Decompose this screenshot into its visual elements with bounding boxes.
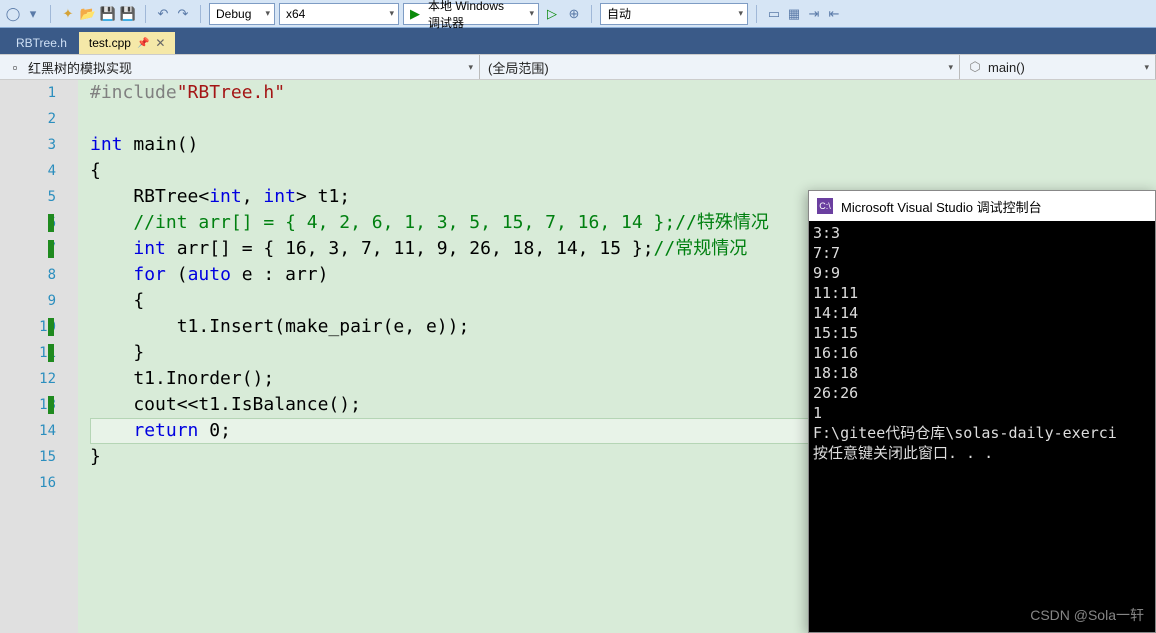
line-number: 3 [0,132,56,158]
play-icon: ▶ [410,6,420,22]
line-number: 7 [0,236,56,262]
play-outline-icon[interactable]: ▷ [543,5,561,23]
nav-bar: ▫ 红黑树的模拟实现 (全局范围) ⬡ main() [0,54,1156,80]
console-line: 3:3 [813,223,1151,243]
line-number: 9 [0,288,56,314]
console-line: 9:9 [813,263,1151,283]
window-icon[interactable]: ▭ [765,5,783,23]
redo-icon[interactable]: ↷ [174,5,192,23]
forward-icon[interactable]: ▾ [24,5,42,23]
tab-label: RBTree.h [16,36,67,50]
code-line: { [90,158,1156,184]
separator [591,5,592,23]
line-number: 13 [0,392,56,418]
separator [50,5,51,23]
line-number: 5 [0,184,56,210]
line-number: 6 [0,210,56,236]
tab-test[interactable]: test.cpp 📌 ✕ [79,32,176,54]
line-number: 2 [0,106,56,132]
console-line: 11:11 [813,283,1151,303]
nav-buttons: ◯ ▾ [4,5,42,23]
line-number: 11 [0,340,56,366]
vs-icon: C:\ [817,198,833,214]
code-line: int main() [90,132,1156,158]
new-icon[interactable]: ✦ [59,5,77,23]
file-buttons: ✦ 📂 💾 💾 [59,5,137,23]
undo-buttons: ↶ ↷ [154,5,192,23]
line-number: 12 [0,366,56,392]
auto-value: 自动 [607,5,631,22]
indent-icon[interactable]: ⇥ [805,5,823,23]
platform-dropdown[interactable]: x64 [279,3,399,25]
console-line: 14:14 [813,303,1151,323]
func-dropdown[interactable]: ⬡ main() [960,55,1156,79]
config-dropdown[interactable]: Debug [209,3,275,25]
editor-tabs: RBTree.h test.cpp 📌 ✕ [0,28,1156,54]
console-line: 26:26 [813,383,1151,403]
range-dropdown[interactable]: (全局范围) [480,55,960,79]
project-icon: ▫ [8,60,22,74]
line-number: 15 [0,444,56,470]
main-toolbar: ◯ ▾ ✦ 📂 💾 💾 ↶ ↷ Debug x64 ▶ 本地 Windows 调… [0,0,1156,28]
code-line [90,106,1156,132]
pin-icon[interactable]: 📌 [137,38,149,49]
separator [145,5,146,23]
save-all-icon[interactable]: 💾 [119,5,137,23]
close-icon[interactable]: ✕ [155,36,165,50]
watermark: CSDN @Sola一轩 [1030,605,1144,625]
line-number: 10 [0,314,56,340]
scope-dropdown[interactable]: ▫ 红黑树的模拟实现 [0,55,480,79]
range-label: (全局范围) [488,58,549,77]
platform-value: x64 [286,7,305,21]
debugger-label: 本地 Windows 调试器 [428,0,518,31]
function-icon: ⬡ [968,60,982,74]
line-number: 14 [0,418,56,444]
config-value: Debug [216,7,251,21]
tab-label: test.cpp [89,36,131,50]
back-icon[interactable]: ◯ [4,5,22,23]
console-line: 1 [813,403,1151,423]
console-line: 按任意键关闭此窗口. . . [813,443,1151,463]
console-line: 18:18 [813,363,1151,383]
console-line: F:\gitee代码仓库\solas-daily-exerci [813,423,1151,443]
right-buttons: ▭ ▦ ⇥ ⇤ [765,5,843,23]
panel-icon[interactable]: ▦ [785,5,803,23]
separator [200,5,201,23]
line-number: 16 [0,470,56,496]
debug-console-window[interactable]: C:\ Microsoft Visual Studio 调试控制台 3:3 7:… [808,190,1156,633]
line-gutter: 1 2 3 4 5 6 7 8 9 10 11 12 13 14 15 16 [0,80,78,633]
code-line: #include"RBTree.h" [90,80,1156,106]
line-number: 4 [0,158,56,184]
console-line: 16:16 [813,343,1151,363]
scope-label: 红黑树的模拟实现 [28,58,132,77]
console-line: 15:15 [813,323,1151,343]
auto-dropdown[interactable]: 自动 [600,3,748,25]
console-title-text: Microsoft Visual Studio 调试控制台 [841,197,1042,216]
tab-rbtree[interactable]: RBTree.h [6,32,77,54]
undo-icon[interactable]: ↶ [154,5,172,23]
line-number: 8 [0,262,56,288]
separator [756,5,757,23]
console-titlebar[interactable]: C:\ Microsoft Visual Studio 调试控制台 [809,191,1155,221]
console-line: 7:7 [813,243,1151,263]
open-icon[interactable]: 📂 [79,5,97,23]
console-output: 3:3 7:7 9:9 11:11 14:14 15:15 16:16 18:1… [809,221,1155,465]
line-number: 1 [0,80,56,106]
save-icon[interactable]: 💾 [99,5,117,23]
debugger-dropdown[interactable]: ▶ 本地 Windows 调试器 [403,3,539,25]
outdent-icon[interactable]: ⇤ [825,5,843,23]
func-label: main() [988,60,1025,75]
target-icon[interactable]: ⊕ [565,5,583,23]
